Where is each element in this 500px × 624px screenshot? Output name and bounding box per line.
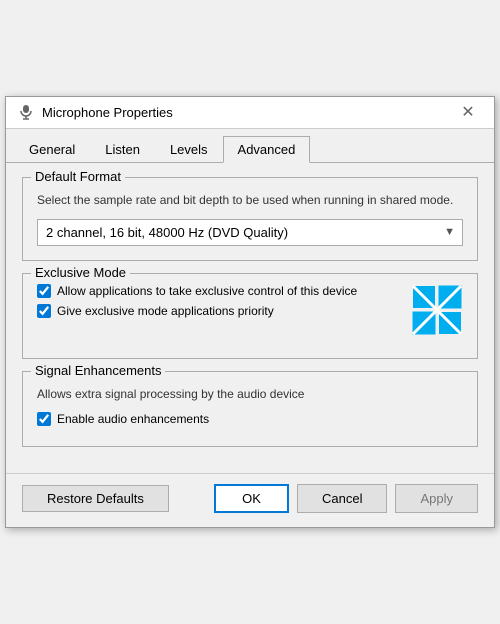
audio-enhancements-checkbox[interactable] [37,412,51,426]
title-bar-left: Microphone Properties [18,104,173,120]
close-button[interactable]: ✕ [454,98,482,126]
exclusive-priority-checkbox[interactable] [37,304,51,318]
exclusive-control-label: Allow applications to take exclusive con… [57,284,357,298]
window-title: Microphone Properties [42,105,173,120]
ok-button[interactable]: OK [214,484,289,513]
audio-enhancements-row: Enable audio enhancements [37,412,463,426]
default-format-label: Default Format [31,169,125,184]
exclusive-priority-row: Give exclusive mode applications priorit… [37,304,411,318]
exclusive-mode-label: Exclusive Mode [31,265,130,280]
microphone-icon [18,104,34,120]
exclusive-control-checkbox[interactable] [37,284,51,298]
cancel-button[interactable]: Cancel [297,484,387,513]
tabs-bar: General Listen Levels Advanced [6,129,494,163]
dialog-window: Microphone Properties ✕ General Listen L… [5,96,495,529]
tab-levels[interactable]: Levels [155,136,223,163]
dialog-action-buttons: OK Cancel Apply [214,484,478,513]
apply-button[interactable]: Apply [395,484,478,513]
exclusive-control-row: Allow applications to take exclusive con… [37,284,411,298]
signal-enhancements-label: Signal Enhancements [31,363,165,378]
signal-enhancements-desc: Allows extra signal processing by the au… [37,386,463,403]
windows-logo-icon [411,284,463,336]
sample-rate-dropdown[interactable]: 2 channel, 16 bit, 48000 Hz (DVD Quality… [37,219,463,246]
default-format-group: Default Format Select the sample rate an… [22,177,478,261]
bottom-buttons-area: Restore Defaults OK Cancel Apply [6,473,494,527]
exclusive-mode-header: Allow applications to take exclusive con… [37,284,463,336]
tab-advanced[interactable]: Advanced [223,136,311,163]
tab-listen[interactable]: Listen [90,136,155,163]
audio-enhancements-label: Enable audio enhancements [57,412,209,426]
content-area: Default Format Select the sample rate an… [6,163,494,474]
title-bar: Microphone Properties ✕ [6,97,494,129]
sample-rate-dropdown-wrapper: 2 channel, 16 bit, 48000 Hz (DVD Quality… [37,219,463,246]
restore-defaults-button[interactable]: Restore Defaults [22,485,169,512]
tab-general[interactable]: General [14,136,90,163]
signal-enhancements-group: Signal Enhancements Allows extra signal … [22,371,478,448]
exclusive-mode-checkboxes: Allow applications to take exclusive con… [37,284,411,324]
default-format-desc: Select the sample rate and bit depth to … [37,192,463,209]
exclusive-mode-group: Exclusive Mode Allow applications to tak… [22,273,478,359]
exclusive-priority-label: Give exclusive mode applications priorit… [57,304,274,318]
